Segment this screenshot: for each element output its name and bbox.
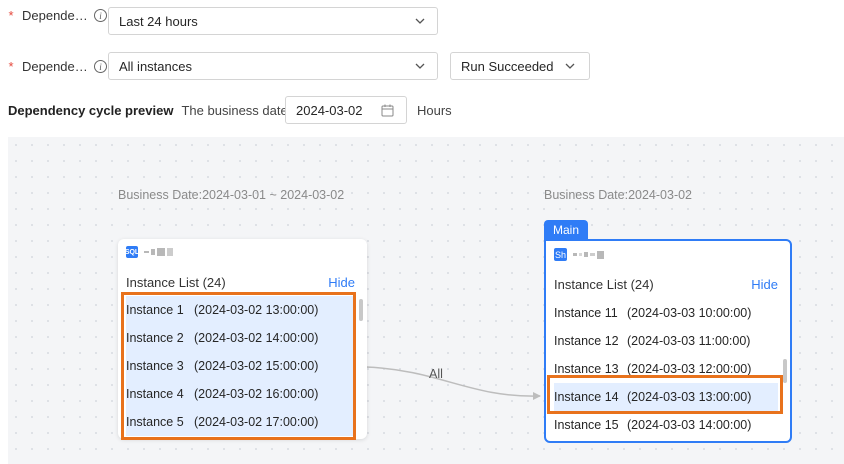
current-node[interactable]: Sh Instance List (24) Hide Instance 11 (… [544,239,792,443]
instance-row[interactable]: Instance 12 (2024-03-03 11:00:00) [554,327,778,355]
instance-row[interactable]: Instance 13 (2024-03-03 12:00:00) [554,355,778,383]
redacted-node-name [144,248,173,256]
instance-time: (2024-03-03 14:00:00) [627,418,752,432]
instance-time: (2024-03-03 11:00:00) [627,334,751,348]
instance-time: (2024-03-03 12:00:00) [627,362,752,376]
redacted-node-name [573,250,604,259]
instance-list-header: Instance List (24) Hide [554,277,778,292]
instance-list-title: Instance List (24) [554,277,654,292]
instance-time: (2024-03-03 13:00:00) [627,390,752,404]
instance-list-title: Instance List (24) [126,275,226,290]
node-header: SQL [125,246,173,258]
instance-row-selected[interactable]: Instance 14 (2024-03-03 13:00:00) [554,383,778,411]
instance-name: Instance 5 [126,415,184,429]
instance-row[interactable]: Instance 3 (2024-03-02 15:00:00) [126,352,355,380]
instance-name: Instance 1 [126,303,184,317]
instance-name: Instance 4 [126,387,184,401]
instance-list-header: Instance List (24) Hide [126,275,355,290]
instance-time: (2024-03-02 17:00:00) [194,415,319,429]
instance-row[interactable]: Instance 11 (2024-03-03 10:00:00) [554,299,778,327]
instance-name: Instance 14 [554,390,619,404]
instance-row[interactable]: Instance 15 (2024-03-03 14:00:00) [554,411,778,439]
instance-list[interactable]: Instance 1 (2024-03-02 13:00:00) Instanc… [126,296,355,436]
instance-row[interactable]: Instance 2 (2024-03-02 14:00:00) [126,324,355,352]
instance-name: Instance 12 [554,334,619,348]
hide-link[interactable]: Hide [751,277,778,292]
hide-link[interactable]: Hide [328,275,355,290]
instance-time: (2024-03-02 14:00:00) [194,331,319,345]
instance-name: Instance 3 [126,359,184,373]
instance-row[interactable]: Instance 5 (2024-03-02 17:00:00) [126,408,355,436]
instance-list[interactable]: Instance 11 (2024-03-03 10:00:00) Instan… [554,299,778,439]
instance-name: Instance 2 [126,331,184,345]
instance-name: Instance 13 [554,362,619,376]
instance-time: (2024-03-03 10:00:00) [627,306,752,320]
scrollbar[interactable] [359,299,363,321]
shell-type-icon: Sh [554,248,567,261]
edge-label: All [429,367,443,381]
scrollbar[interactable] [783,359,787,383]
instance-time: (2024-03-02 16:00:00) [194,387,319,401]
node-header: Sh [554,248,604,261]
main-tag: Main [544,220,588,240]
instance-time: (2024-03-02 13:00:00) [194,303,319,317]
instance-row[interactable]: Instance 4 (2024-03-02 16:00:00) [126,380,355,408]
upstream-node[interactable]: SQL Instance List (24) Hide Instance 1 (… [118,239,367,439]
instance-name: Instance 11 [554,306,618,320]
sql-type-icon: SQL [125,246,139,258]
instance-name: Instance 15 [554,418,619,432]
instance-row[interactable]: Instance 1 (2024-03-02 13:00:00) [126,296,355,324]
instance-time: (2024-03-02 15:00:00) [194,359,319,373]
